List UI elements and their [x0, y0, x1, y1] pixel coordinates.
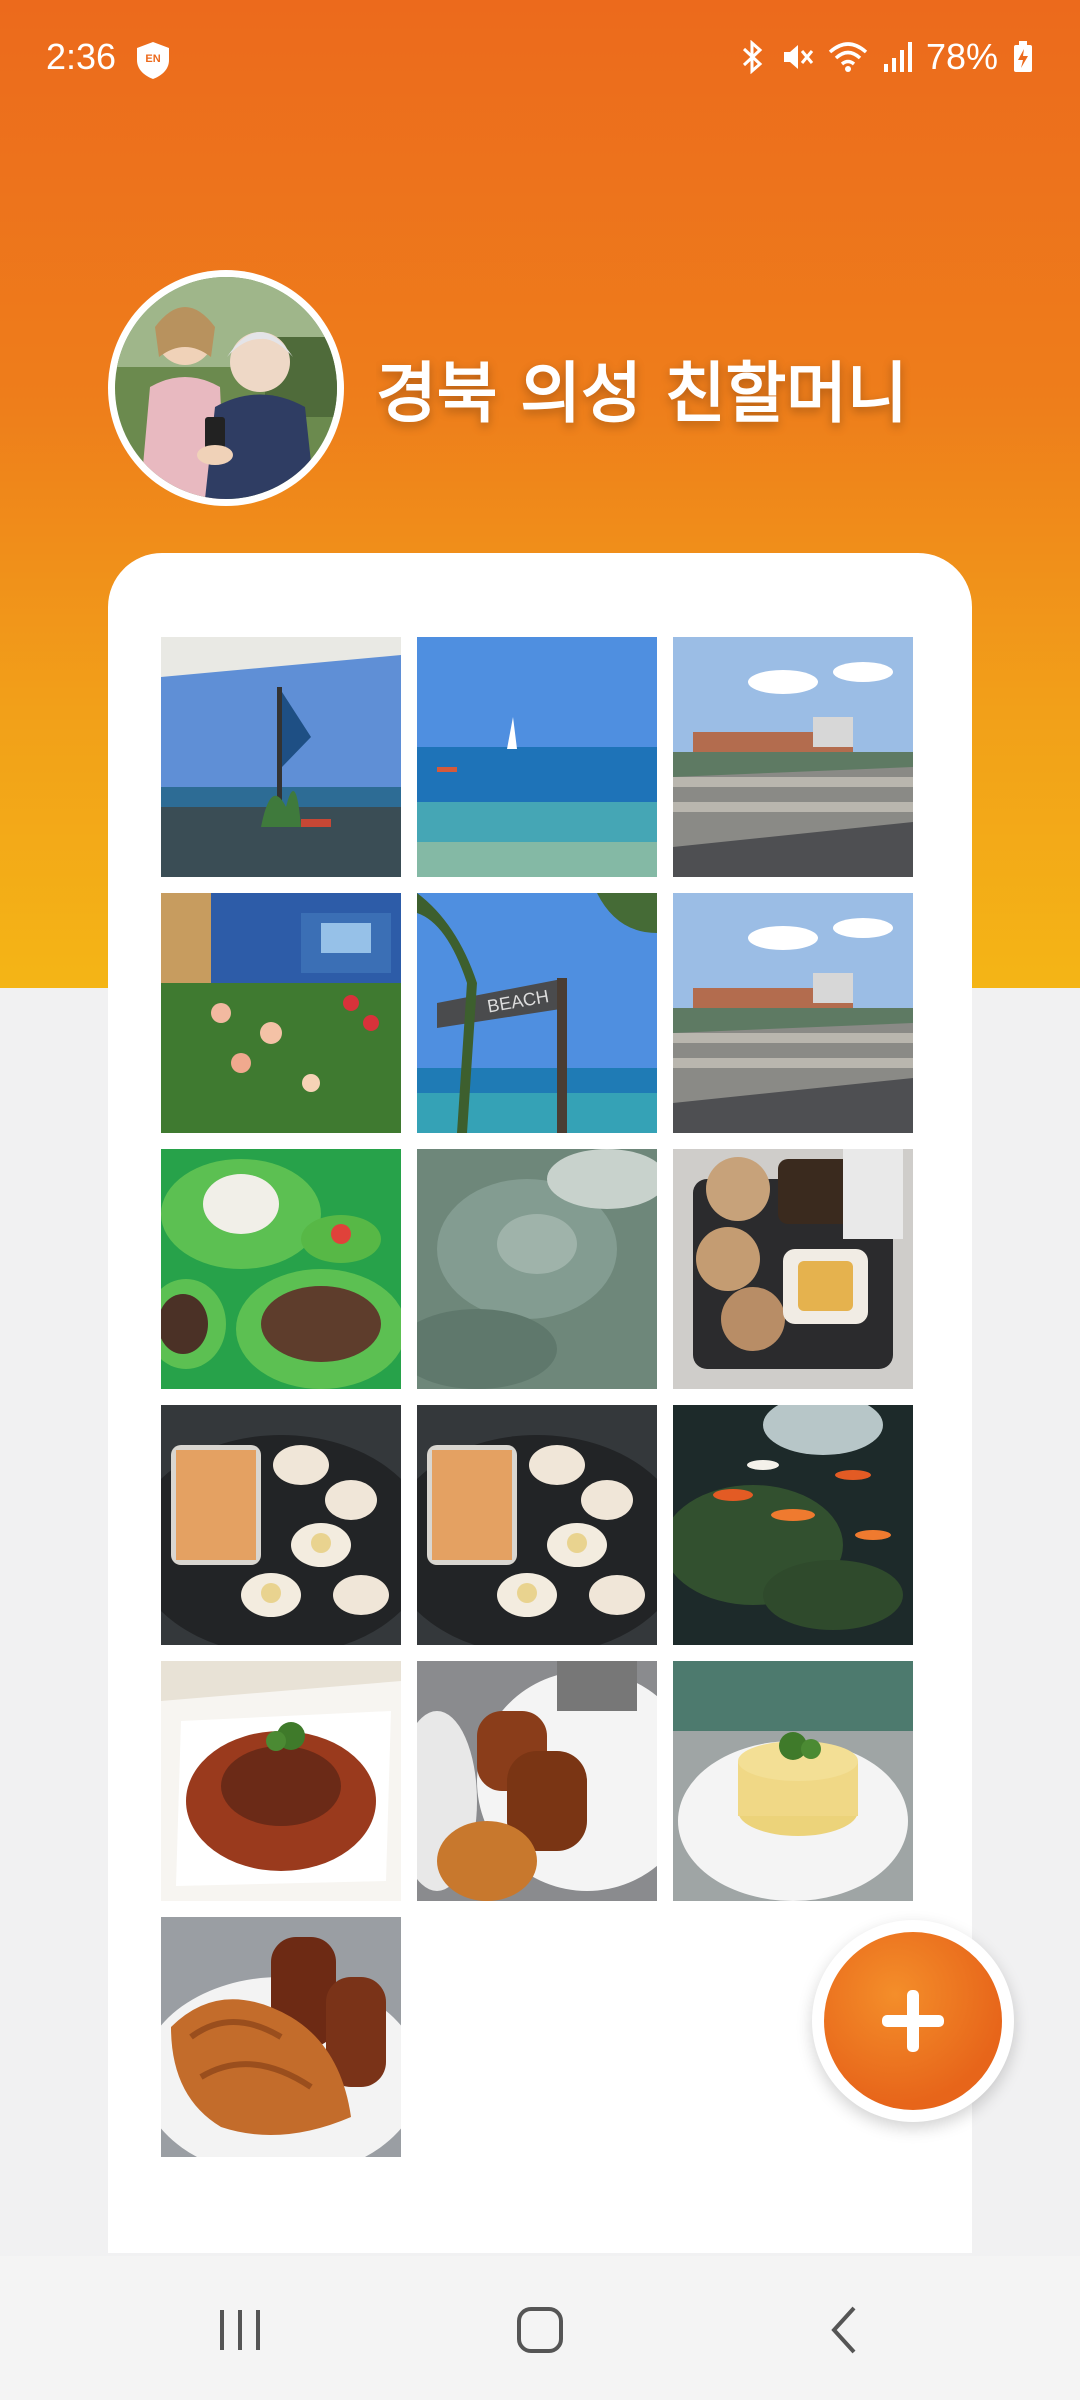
- photo-thumbnail: [161, 637, 401, 877]
- navigation-bar: [0, 2256, 1080, 2400]
- plus-icon: [882, 1990, 944, 2052]
- photo-thumbnail: [673, 637, 913, 877]
- add-photo-button[interactable]: [812, 1920, 1014, 2122]
- recent-apps-icon[interactable]: [210, 2300, 270, 2360]
- photo-thumbnail: [673, 1661, 913, 1901]
- photo-beach-sign[interactable]: BEACH: [417, 893, 657, 1133]
- photo-thumbnail: [417, 1405, 657, 1645]
- photo-thumbnail: [417, 1661, 657, 1901]
- photo-thumbnail: [161, 1917, 401, 2157]
- home-icon[interactable]: [510, 2300, 570, 2360]
- back-icon[interactable]: [816, 2300, 876, 2360]
- photo-croissant-canele[interactable]: [161, 1917, 401, 2157]
- album-title: 경북 의성 친할머니: [376, 355, 908, 432]
- photo-canele-plate[interactable]: [417, 1661, 657, 1901]
- vpn-shield-icon: EN: [137, 42, 169, 79]
- mute-icon: [783, 45, 814, 69]
- photo-coffee-waffles[interactable]: [673, 1149, 913, 1389]
- photo-rice-meat-plates[interactable]: [161, 1149, 401, 1389]
- wifi-icon: [828, 42, 868, 72]
- album-avatar[interactable]: [108, 270, 344, 506]
- status-time: 2:36: [46, 36, 117, 77]
- battery-charging-icon: [1014, 41, 1032, 72]
- photo-grid: BEACH: [161, 637, 913, 2157]
- photo-sea-boats[interactable]: [417, 637, 657, 877]
- photo-water-surface[interactable]: [417, 1149, 657, 1389]
- profile-photo-icon: [115, 277, 337, 499]
- photo-thumbnail: [673, 893, 913, 1133]
- photo-thumbnail: [161, 1149, 401, 1389]
- photo-bridge-road-1[interactable]: [673, 637, 913, 877]
- photo-mashed-potato[interactable]: [673, 1661, 913, 1901]
- photo-blue-house-flowers[interactable]: [161, 893, 401, 1133]
- status-bar: 2:36 EN 78%: [0, 0, 1080, 120]
- photo-grilled-scallops-2[interactable]: [417, 1405, 657, 1645]
- photo-thumbnail: [417, 637, 657, 877]
- photo-thumbnail: [161, 1405, 401, 1645]
- photo-thumbnail: BEACH: [417, 893, 657, 1133]
- photo-thumbnail: [161, 1661, 401, 1901]
- photo-thumbnail: [673, 1405, 913, 1645]
- signal-icon: [883, 42, 912, 72]
- photo-thumbnail: [673, 1149, 913, 1389]
- photo-harbor-flag[interactable]: [161, 637, 401, 877]
- photo-grilled-scallops-1[interactable]: [161, 1405, 401, 1645]
- photo-koi-pond[interactable]: [673, 1405, 913, 1645]
- photo-thumbnail: [161, 893, 401, 1133]
- photo-thumbnail: [417, 1149, 657, 1389]
- photo-bridge-road-2[interactable]: [673, 893, 913, 1133]
- status-icons: 78%: [740, 36, 1034, 78]
- bluetooth-icon: [742, 40, 763, 74]
- photo-stew-dish[interactable]: [161, 1661, 401, 1901]
- battery-percent: 78%: [925, 36, 998, 77]
- svg-text:EN: EN: [145, 53, 160, 65]
